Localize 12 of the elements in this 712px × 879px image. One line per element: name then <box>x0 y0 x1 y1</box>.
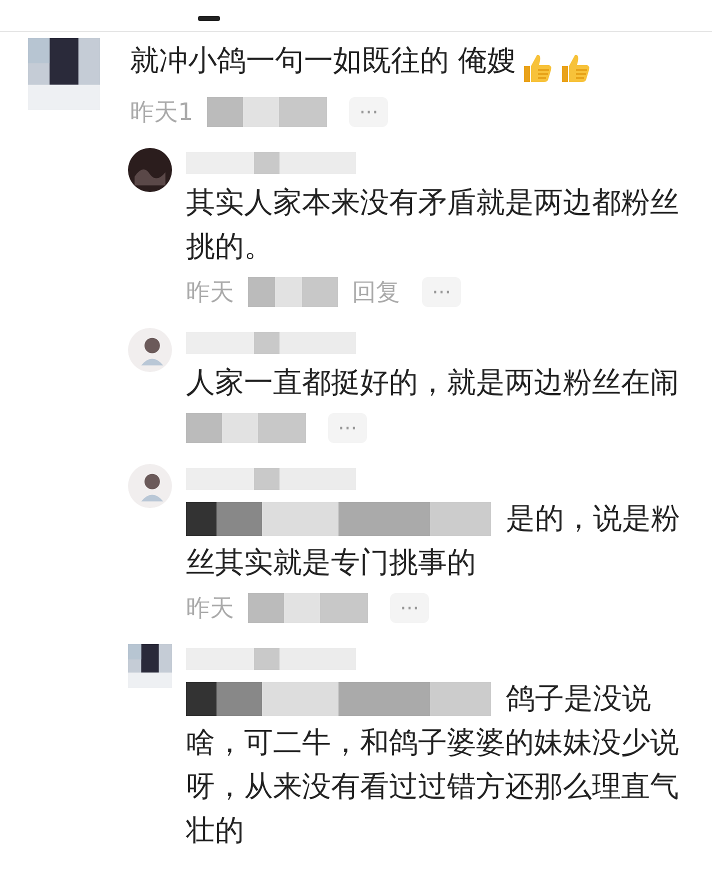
comment-text: 就冲小鸽一句一如既往的 俺嫂 <box>130 43 516 77</box>
comment-time: 昨天 <box>186 277 234 308</box>
comment-text: 其实人家本来没有矛盾就是两边都粉丝挑的。 <box>186 185 679 263</box>
comment-time: 昨天 <box>186 593 234 624</box>
tab-indicator <box>198 16 220 21</box>
more-button[interactable]: ··· <box>390 593 430 623</box>
reply-link[interactable]: 回复 <box>352 274 400 310</box>
comment-text: 人家一直都挺好的，就是两边粉丝在闹 <box>186 365 679 399</box>
comment-time: 昨天1 <box>130 97 194 128</box>
more-button[interactable]: ··· <box>422 277 462 307</box>
more-button[interactable]: ··· <box>349 97 388 127</box>
more-button[interactable]: ··· <box>328 413 368 443</box>
